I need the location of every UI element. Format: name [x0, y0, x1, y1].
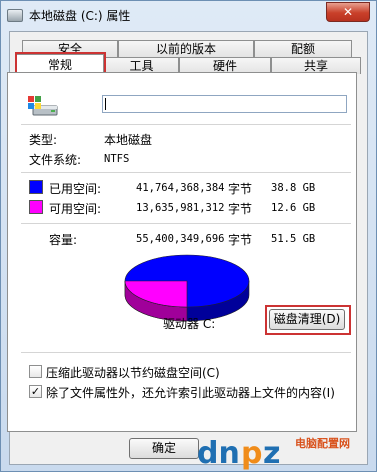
close-button[interactable]: ✕	[326, 2, 370, 22]
drive-icon	[7, 9, 23, 22]
compress-checkbox-label: 压缩此驱动器以节约磁盘空间(C)	[46, 366, 220, 380]
free-space-swatch	[29, 200, 43, 214]
capacity-size: 51.5 GB	[271, 233, 316, 245]
free-space-bytes: 13,635,981,312	[136, 202, 225, 214]
filesystem-label: 文件系统:	[29, 153, 82, 167]
type-label: 类型:	[29, 133, 58, 147]
capacity-unit: 字节	[228, 233, 253, 247]
text-caret	[105, 98, 106, 110]
divider	[21, 124, 351, 125]
used-space-label: 已用空间:	[49, 182, 102, 196]
title-bar[interactable]: 本地磁盘 (C:) 属性 ✕	[1, 1, 376, 31]
divider	[21, 172, 351, 173]
used-space-swatch	[29, 180, 43, 194]
svg-text:dn: dn	[197, 436, 240, 471]
free-space-unit: 字节	[228, 202, 253, 216]
type-value: 本地磁盘	[104, 133, 153, 147]
used-space-bytes: 41,764,368,384	[136, 182, 225, 194]
drive-letter-label: 驱动器 C:	[163, 317, 216, 331]
watermark-label: 电脑配置网	[295, 437, 350, 450]
compress-checkbox[interactable]	[29, 365, 42, 378]
divider	[21, 223, 351, 224]
index-checkbox-label: 除了文件属性外，还允许索引此驱动器上文件的内容(I)	[46, 386, 335, 400]
filesystem-value: NTFS	[104, 153, 130, 165]
used-space-size: 38.8 GB	[271, 182, 316, 194]
properties-window: 本地磁盘 (C:) 属性 ✕ 安全 以前的版本 配额 常规 工具 硬件 共享 类…	[0, 0, 377, 472]
window-title: 本地磁盘 (C:) 属性	[29, 9, 131, 23]
svg-text:z: z	[263, 436, 280, 471]
index-checkbox[interactable]: ✓	[29, 385, 42, 398]
capacity-label: 容量:	[49, 233, 78, 247]
drive-name-input[interactable]	[102, 95, 347, 113]
hard-drive-icon	[28, 96, 58, 116]
divider	[21, 352, 351, 353]
site-watermark: dn p z 电脑配置网	[191, 433, 377, 473]
highlight-cleanup-button	[265, 305, 351, 335]
free-space-label: 可用空间:	[49, 202, 102, 216]
disk-usage-pie	[124, 254, 250, 322]
svg-text:p: p	[241, 436, 262, 471]
ok-button[interactable]: 确定	[129, 438, 199, 459]
used-space-unit: 字节	[228, 182, 253, 196]
free-space-size: 12.6 GB	[271, 202, 316, 214]
tab-previous-versions[interactable]: 以前的版本	[118, 40, 254, 57]
capacity-bytes: 55,400,349,696	[136, 233, 225, 245]
tab-quota[interactable]: 配额	[254, 40, 352, 57]
